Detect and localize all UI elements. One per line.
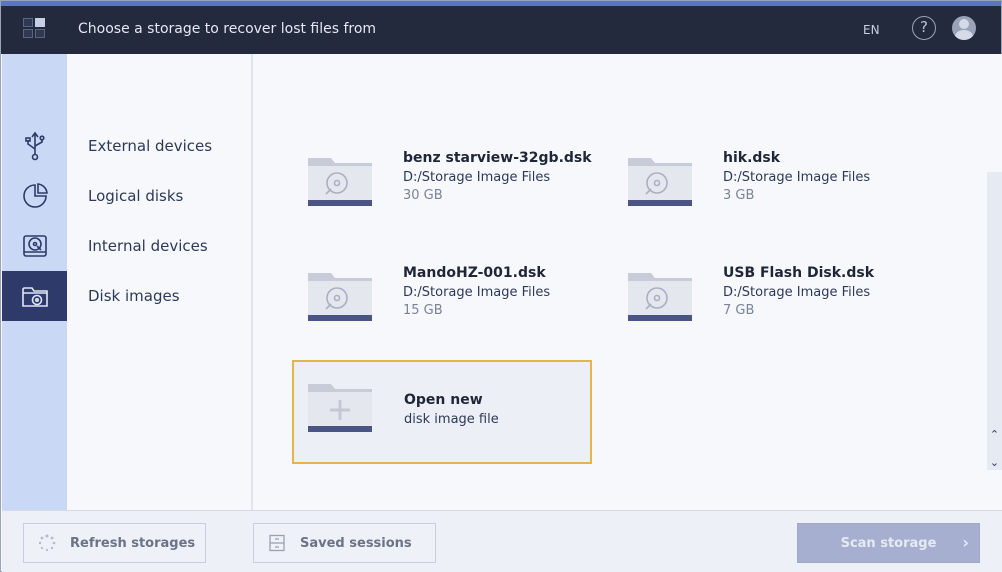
category-disk-images[interactable]: Disk images bbox=[88, 287, 180, 305]
saved-sessions-label: Saved sessions bbox=[300, 535, 412, 551]
disk-image-folder-icon bbox=[628, 158, 692, 206]
category-icon-rail bbox=[2, 54, 67, 510]
category-list: External devices Logical disks Internal … bbox=[67, 54, 253, 510]
category-internal-devices[interactable]: Internal devices bbox=[88, 237, 208, 255]
storage-list: benz starview-32gb.dsk D:/Storage Image … bbox=[255, 54, 1002, 510]
app-window: Choose a storage to recover lost files f… bbox=[0, 0, 1002, 572]
disk-image-size: 15 GB bbox=[403, 303, 443, 318]
scan-storage-label: Scan storage bbox=[840, 535, 937, 551]
disk-image-folder-icon bbox=[308, 158, 372, 206]
disk-image-item[interactable]: hik.dsk D:/Storage Image Files 3 GB bbox=[613, 144, 913, 248]
saved-sessions-icon bbox=[269, 534, 285, 552]
language-selector[interactable]: EN bbox=[863, 23, 880, 37]
disk-image-item[interactable]: benz starview-32gb.dsk D:/Storage Image … bbox=[293, 144, 593, 248]
chevron-right-icon: › bbox=[962, 533, 969, 552]
scroll-up-icon[interactable]: ⌃ bbox=[988, 428, 1001, 442]
disk-image-folder-icon bbox=[21, 287, 48, 307]
rail-item-disk-images[interactable] bbox=[2, 271, 67, 321]
disk-image-folder-icon bbox=[628, 273, 692, 321]
scan-storage-button[interactable]: Scan storage › bbox=[797, 523, 980, 563]
saved-sessions-button[interactable]: Saved sessions bbox=[253, 523, 436, 563]
disk-image-item[interactable]: USB Flash Disk.dsk D:/Storage Image File… bbox=[613, 259, 913, 363]
user-avatar-icon[interactable] bbox=[952, 16, 976, 40]
disk-image-name: benz starview-32gb.dsk bbox=[403, 150, 592, 166]
usb-icon bbox=[24, 131, 45, 161]
open-new-title: Open new bbox=[404, 392, 483, 408]
help-icon[interactable]: ? bbox=[912, 16, 936, 40]
disk-image-name: MandoHZ-001.dsk bbox=[403, 265, 546, 281]
disk-image-size: 3 GB bbox=[723, 188, 755, 203]
disk-image-size: 30 GB bbox=[403, 188, 443, 203]
disk-image-name: hik.dsk bbox=[723, 150, 781, 166]
app-logo-icon[interactable] bbox=[23, 18, 47, 40]
disk-image-item[interactable]: MandoHZ-001.dsk D:/Storage Image Files 1… bbox=[293, 259, 593, 363]
rail-item-internal-devices[interactable] bbox=[2, 221, 67, 271]
hard-drive-icon bbox=[22, 235, 47, 257]
refresh-storages-label: Refresh storages bbox=[70, 535, 196, 551]
pie-disk-icon bbox=[22, 183, 48, 208]
scrollbar[interactable] bbox=[987, 172, 1002, 470]
disk-image-folder-icon bbox=[308, 273, 372, 321]
refresh-storages-button[interactable]: Refresh storages bbox=[23, 523, 206, 563]
disk-image-path: D:/Storage Image Files bbox=[403, 285, 551, 300]
open-new-disk-image-button[interactable]: Open new disk image file bbox=[292, 360, 592, 464]
rail-item-external-devices[interactable] bbox=[2, 121, 67, 171]
scroll-down-icon[interactable]: ⌄ bbox=[988, 456, 1001, 470]
rail-item-logical-disks[interactable] bbox=[2, 171, 67, 221]
disk-image-size: 7 GB bbox=[723, 303, 755, 318]
category-logical-disks[interactable]: Logical disks bbox=[88, 187, 183, 205]
disk-image-name: USB Flash Disk.dsk bbox=[723, 265, 875, 281]
title-bar: Choose a storage to recover lost files f… bbox=[1, 1, 1001, 54]
page-title: Choose a storage to recover lost files f… bbox=[78, 21, 377, 37]
disk-image-path: D:/Storage Image Files bbox=[403, 170, 551, 185]
disk-image-path: D:/Storage Image Files bbox=[723, 170, 871, 185]
disk-image-path: D:/Storage Image Files bbox=[723, 285, 871, 300]
refresh-spinner-icon bbox=[38, 534, 56, 552]
category-external-devices[interactable]: External devices bbox=[88, 137, 212, 155]
add-folder-icon bbox=[308, 384, 372, 432]
open-new-subtitle: disk image file bbox=[404, 412, 499, 427]
bottom-toolbar: Refresh storages Saved sessions Scan sto… bbox=[2, 510, 1002, 572]
